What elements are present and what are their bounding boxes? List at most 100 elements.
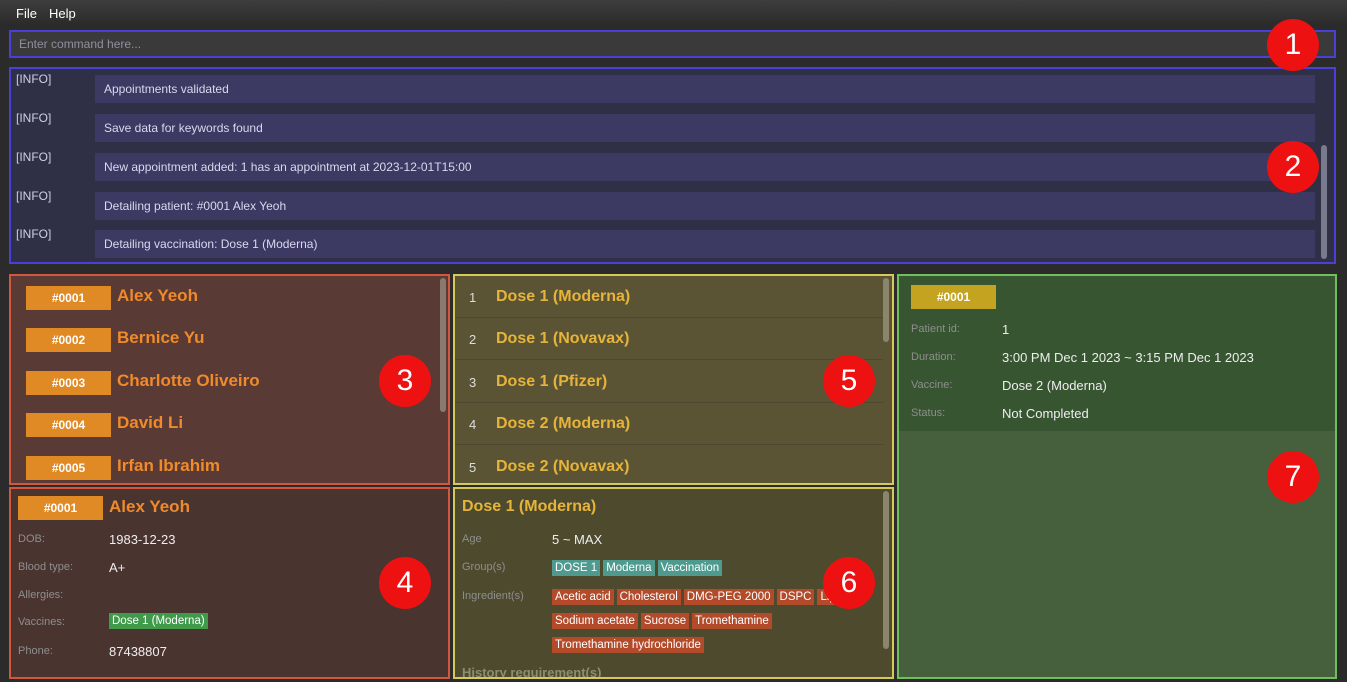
log-level: [INFO] — [16, 111, 52, 125]
annotation-badge-6: 6 — [823, 557, 875, 609]
dob-value: 1983-12-23 — [109, 532, 176, 547]
ingredient-tag: Tromethamine hydrochloride — [552, 637, 704, 653]
vaccine-tag: Dose 1 (Moderna) — [109, 613, 208, 629]
vaccination-name: Dose 1 (Pfizer) — [496, 373, 608, 390]
vaccine-label: Vaccine: — [911, 379, 953, 391]
log-row: [INFO] Save data for keywords found — [11, 111, 1317, 142]
patient-name: Alex Yeoh — [117, 286, 198, 305]
group-tag: Vaccination — [657, 560, 723, 576]
menu-file[interactable]: File — [16, 6, 37, 21]
patient-card[interactable]: #0004 David Li — [11, 403, 439, 445]
phone-value: 87438807 — [109, 644, 167, 659]
patient-name: Irfan Ibrahim — [117, 456, 220, 475]
annotation-badge-3: 3 — [379, 355, 431, 407]
vaccination-index: 1 — [469, 290, 477, 305]
vaccination-title: Dose 1 (Moderna) — [462, 498, 597, 515]
group-tag: DOSE 1 — [552, 560, 601, 576]
vaccination-card[interactable]: 4 Dose 2 (Moderna) — [455, 403, 883, 445]
annotation-badge-2: 2 — [1267, 141, 1319, 193]
vaccination-card[interactable]: 3 Dose 1 (Pfizer) — [455, 361, 883, 403]
blood-type-value: A+ — [109, 560, 126, 575]
log-row: [INFO] New appointment added: 1 has an a… — [11, 150, 1317, 181]
menu-bar: File Help — [0, 0, 1347, 26]
patient-id-badge: #0001 — [18, 496, 103, 520]
patient-card[interactable]: #0003 Charlotte Oliveiro — [11, 361, 439, 403]
log-message: Detailing patient: #0001 Alex Yeoh — [95, 192, 1315, 220]
patient-id-value: 1 — [1002, 322, 1010, 337]
vaccination-name: Dose 1 (Novavax) — [496, 330, 630, 347]
vaccine-value: Dose 2 (Moderna) — [1002, 378, 1107, 393]
annotation-badge-7: 7 — [1267, 451, 1319, 503]
log-message: New appointment added: 1 has an appointm… — [95, 153, 1315, 181]
vaccination-index: 5 — [469, 460, 477, 475]
group-tag: Moderna — [603, 560, 655, 576]
vaccination-index: 4 — [469, 417, 477, 432]
ingredient-tag: DMG-PEG 2000 — [683, 589, 774, 605]
patient-id-badge: #0005 — [26, 456, 111, 480]
patient-id-badge: #0004 — [26, 413, 111, 437]
patient-card[interactable]: #0005 Irfan Ibrahim — [11, 446, 439, 483]
annotation-badge-4: 4 — [379, 557, 431, 609]
patient-id-badge: #0002 — [26, 328, 111, 352]
patient-id-label: Patient id: — [911, 323, 960, 335]
ingredient-tag: Sucrose — [640, 613, 690, 629]
duration-value: 3:00 PM Dec 1 2023 ~ 3:15 PM Dec 1 2023 — [1002, 350, 1254, 365]
vaccination-name: Dose 2 (Novavax) — [496, 458, 630, 475]
patient-name: Charlotte Oliveiro — [117, 371, 260, 390]
appointment-card[interactable]: #0001 Patient id: 1 Duration: 3:00 PM De… — [899, 276, 1335, 431]
vaccination-name: Dose 1 (Moderna) — [496, 288, 631, 305]
ingredients-label: Ingredient(s) — [462, 590, 524, 602]
age-label: Age — [462, 533, 482, 545]
vaccination-list-scrollbar[interactable] — [883, 278, 889, 342]
ingredient-tag: Cholesterol — [616, 589, 681, 605]
patient-id-badge: #0003 — [26, 371, 111, 395]
status-label: Status: — [911, 407, 946, 419]
log-level: [INFO] — [16, 227, 52, 241]
vaccines-label: Vaccines: — [18, 616, 65, 628]
log-row: [INFO] Detailing vaccination: Dose 1 (Mo… — [11, 227, 1317, 258]
log-scrollbar[interactable] — [1321, 145, 1327, 259]
vaccination-name: Dose 2 (Moderna) — [496, 415, 631, 432]
vaccination-card[interactable]: 1 Dose 1 (Moderna) — [455, 276, 883, 318]
patient-list-scrollbar[interactable] — [440, 278, 446, 412]
vaccination-card[interactable]: 2 Dose 1 (Novavax) — [455, 318, 883, 360]
patient-name: Bernice Yu — [117, 328, 205, 347]
log-message: Appointments validated — [95, 75, 1315, 103]
menu-help[interactable]: Help — [49, 6, 76, 21]
status-value: Not Completed — [1002, 406, 1089, 421]
patient-id-badge: #0001 — [26, 286, 111, 310]
annotation-badge-5: 5 — [823, 355, 875, 407]
log-level: [INFO] — [16, 72, 52, 86]
command-box — [9, 30, 1336, 58]
patient-card[interactable]: #0002 Bernice Yu — [11, 318, 439, 360]
groups-label: Group(s) — [462, 561, 506, 573]
age-value: 5 ~ MAX — [552, 532, 603, 547]
log-row: [INFO] Appointments validated — [11, 72, 1317, 103]
result-log[interactable]: [INFO] Appointments validated [INFO] Sav… — [9, 67, 1336, 264]
ingredient-tag: Acetic acid — [552, 589, 614, 605]
appointment-id-badge: #0001 — [911, 285, 996, 309]
annotation-badge-1: 1 — [1267, 19, 1319, 71]
allergies-label: Allergies: — [18, 589, 64, 601]
ingredient-tag: DSPC — [776, 589, 815, 605]
log-level: [INFO] — [16, 150, 52, 164]
ingredient-tag: Sodium acetate — [552, 613, 638, 629]
command-input[interactable] — [11, 32, 1334, 56]
patient-name: Alex Yeoh — [109, 497, 190, 516]
patient-card[interactable]: #0001 Alex Yeoh — [11, 276, 439, 318]
log-message: Save data for keywords found — [95, 114, 1315, 142]
vaccination-index: 3 — [469, 375, 477, 390]
log-message: Detailing vaccination: Dose 1 (Moderna) — [95, 230, 1315, 258]
vaccination-card[interactable]: 5 Dose 2 (Novavax) — [455, 446, 883, 483]
blood-type-label: Blood type: — [18, 561, 74, 573]
log-row: [INFO] Detailing patient: #0001 Alex Yeo… — [11, 189, 1317, 220]
patient-name: David Li — [117, 413, 184, 432]
vaccination-detail-scrollbar[interactable] — [883, 491, 889, 649]
phone-label: Phone: — [18, 645, 53, 657]
dob-label: DOB: — [18, 533, 45, 545]
log-level: [INFO] — [16, 189, 52, 203]
history-requirements-label: History requirement(s) — [462, 665, 602, 679]
duration-label: Duration: — [911, 351, 956, 363]
vaccination-index: 2 — [469, 332, 477, 347]
ingredient-tag: Tromethamine — [692, 613, 772, 629]
